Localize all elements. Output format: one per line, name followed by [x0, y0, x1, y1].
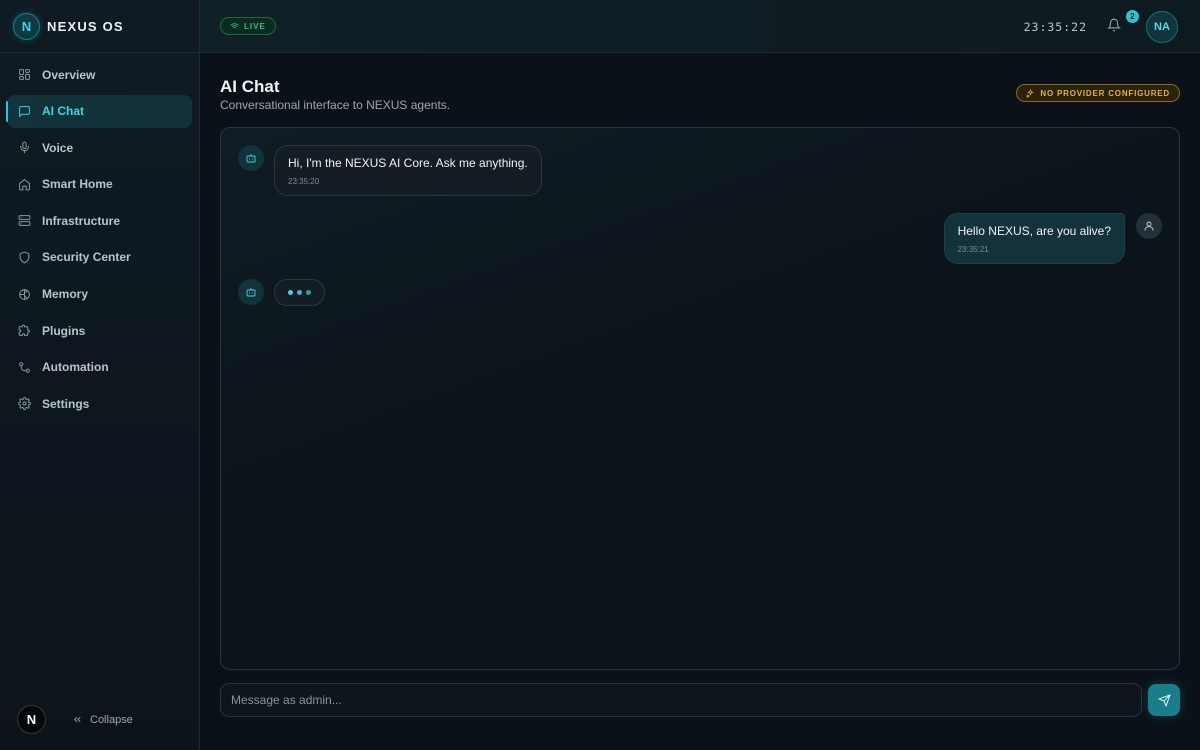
- brand: N NEXUS OS: [0, 0, 199, 53]
- user-avatar: [1136, 213, 1162, 239]
- sidebar-item-automation[interactable]: Automation: [7, 351, 192, 384]
- sidebar-item-overview[interactable]: Overview: [7, 58, 192, 91]
- message-text: Hello NEXUS, are you alive?: [957, 224, 1111, 238]
- chat-icon: [17, 104, 31, 118]
- server-icon: [17, 214, 31, 228]
- bot-avatar: [238, 145, 264, 171]
- sidebar-item-infrastructure[interactable]: Infrastructure: [7, 204, 192, 237]
- message-composer: [220, 683, 1142, 717]
- footer-logo: N: [17, 705, 46, 734]
- sidebar-item-label: Memory: [42, 287, 89, 302]
- brand-logo: N: [13, 12, 40, 40]
- message-input[interactable]: [231, 693, 1131, 707]
- sidebar-item-label: AI Chat: [42, 104, 84, 119]
- sidebar-item-plugins[interactable]: Plugins: [7, 314, 192, 347]
- notification-count-badge: 2: [1126, 10, 1139, 23]
- sidebar-item-security-center[interactable]: Security Center: [7, 241, 192, 274]
- gear-icon: [17, 397, 31, 411]
- page-title: AI Chat: [220, 77, 280, 96]
- provider-status-label: NO PROVIDER CONFIGURED: [1040, 88, 1170, 98]
- provider-status-badge: NO PROVIDER CONFIGURED: [1016, 84, 1180, 102]
- sidebar-footer: N Collapse: [17, 705, 133, 734]
- user-icon: [1144, 221, 1154, 231]
- sidebar-item-label: Voice: [42, 140, 74, 155]
- sidebar-item-label: Smart Home: [42, 177, 113, 192]
- sidebar-item-label: Automation: [42, 360, 109, 375]
- clock: 23:35:22: [1023, 20, 1087, 34]
- sidebar: N NEXUS OS Overview AI Chat Voice Smart …: [0, 0, 200, 750]
- topbar: LIVE 23:35:22 2 NA: [200, 0, 1200, 53]
- sidebar-item-voice[interactable]: Voice: [7, 131, 192, 164]
- sidebar-item-smart-home[interactable]: Smart Home: [7, 168, 192, 201]
- shield-icon: [17, 250, 31, 264]
- bot-icon: [246, 288, 256, 297]
- sidebar-item-ai-chat[interactable]: AI Chat: [6, 94, 192, 128]
- bot-icon: [246, 154, 256, 163]
- chat-panel: Hi, I'm the NEXUS AI Core. Ask me anythi…: [220, 127, 1180, 670]
- notifications-button[interactable]: [1107, 18, 1123, 34]
- live-label: LIVE: [244, 21, 266, 31]
- typing-dot: [297, 290, 302, 295]
- workflow-icon: [17, 360, 31, 374]
- sidebar-item-label: Plugins: [42, 323, 86, 338]
- message-time: 23:35:20: [288, 177, 320, 186]
- grid-icon: [17, 68, 31, 82]
- page-subtitle: Conversational interface to NEXUS agents…: [220, 98, 451, 112]
- sparkles-icon: [1026, 88, 1035, 98]
- chevrons-left-icon: [74, 716, 81, 723]
- message-time: 23:35:21: [957, 245, 989, 254]
- mic-icon: [17, 141, 31, 155]
- message-bubble-bot: Hi, I'm the NEXUS AI Core. Ask me anythi…: [274, 145, 542, 196]
- sidebar-item-label: Security Center: [42, 250, 131, 265]
- brain-icon: [17, 287, 31, 301]
- typing-dot: [306, 290, 311, 295]
- brand-name: NEXUS OS: [47, 18, 124, 34]
- send-button[interactable]: [1148, 684, 1180, 716]
- collapse-label: Collapse: [90, 713, 133, 726]
- send-icon: [1157, 693, 1171, 707]
- typing-dot: [288, 290, 293, 295]
- sidebar-item-settings[interactable]: Settings: [7, 387, 192, 420]
- sidebar-nav: Overview AI Chat Voice Smart Home Infras…: [0, 53, 199, 420]
- bot-avatar: [238, 279, 264, 305]
- sidebar-item-memory[interactable]: Memory: [7, 278, 192, 311]
- message-text: Hi, I'm the NEXUS AI Core. Ask me anythi…: [288, 156, 528, 170]
- wifi-icon: [230, 22, 239, 30]
- sidebar-item-label: Settings: [42, 396, 90, 411]
- avatar[interactable]: NA: [1146, 11, 1178, 43]
- home-icon: [17, 177, 31, 191]
- bell-icon: [1107, 18, 1121, 32]
- sidebar-item-label: Overview: [42, 67, 96, 82]
- live-status-badge: LIVE: [220, 17, 276, 35]
- puzzle-icon: [17, 324, 31, 338]
- typing-indicator: [274, 279, 325, 306]
- sidebar-item-label: Infrastructure: [42, 213, 121, 228]
- message-bubble-user: Hello NEXUS, are you alive? 23:35:21: [943, 213, 1125, 264]
- collapse-button[interactable]: Collapse: [72, 714, 133, 726]
